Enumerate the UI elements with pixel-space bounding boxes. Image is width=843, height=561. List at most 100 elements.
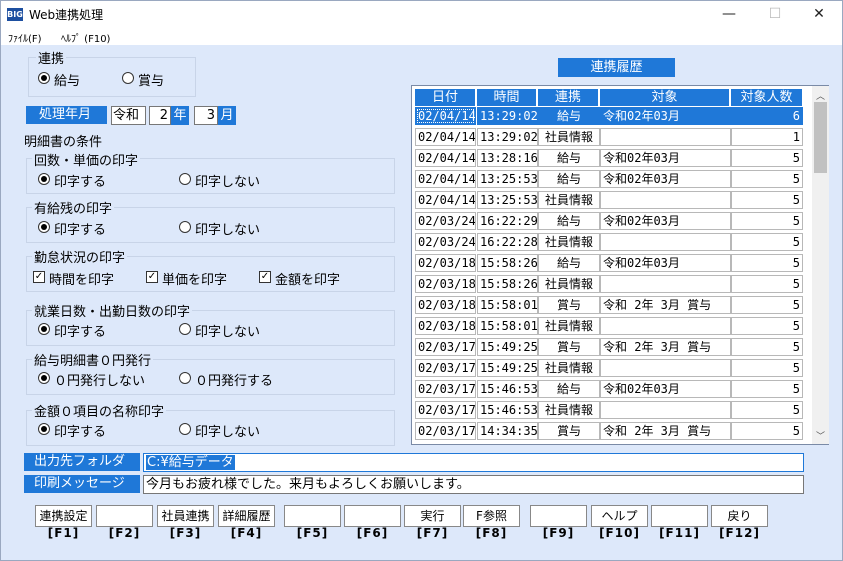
history-cell-date: 02/03/18 (415, 275, 476, 293)
history-cell-count: 5 (731, 254, 803, 272)
f3-button[interactable]: 社員連携 (157, 505, 214, 527)
history-header-time[interactable]: 時間 (477, 89, 536, 106)
f2-key-label: [F2] (108, 526, 141, 540)
title-bar: BIG Web連携処理 — ☐ ✕ (1, 1, 842, 28)
minimize-icon: — (722, 6, 736, 22)
history-cell-time: 15:49:25 (477, 338, 538, 356)
f12-button[interactable]: 戻り (711, 505, 768, 527)
scroll-down-icon[interactable]: ﹀ (816, 429, 825, 442)
attendance-unit-checkbox[interactable]: ✓ (146, 271, 158, 283)
attendance-amount-checkbox[interactable]: ✓ (259, 271, 271, 283)
history-cell-count: 5 (731, 338, 803, 356)
history-cell-date: 02/03/24 (415, 212, 476, 230)
f1-button[interactable]: 連携設定 (35, 505, 92, 527)
history-header-count[interactable]: 対象人数 (731, 89, 802, 106)
history-cell-count: 5 (731, 233, 803, 251)
history-cell-time: 13:29:02 (477, 128, 538, 146)
history-cell-type: 賞与 (538, 338, 600, 356)
history-header-target[interactable]: 対象 (600, 89, 729, 106)
workdays-no-radio[interactable] (179, 323, 191, 335)
history-cell-time: 15:58:01 (477, 296, 538, 314)
maximize-button[interactable]: ☐ (752, 1, 798, 28)
paid-leave-no-label: 印字しない (195, 223, 261, 238)
f4-button[interactable]: 詳細履歴 (218, 505, 275, 527)
zero-item-no-radio[interactable] (179, 423, 191, 435)
app-logo-icon: BIG (7, 8, 23, 21)
close-icon: ✕ (813, 6, 825, 22)
history-cell-time: 15:49:25 (477, 359, 538, 377)
output-folder-input[interactable]: C:¥給与データ (143, 453, 804, 472)
history-cell-time: 16:22:29 (477, 212, 538, 230)
history-cell-count: 5 (731, 170, 803, 188)
history-cell-type: 社員情報 (538, 317, 600, 335)
zero-yen-issue-radio[interactable] (179, 372, 191, 384)
f9-button[interactable] (530, 505, 587, 527)
zero-item-yes-label: 印字する (54, 425, 107, 440)
history-cell-count: 5 (731, 212, 803, 230)
zero-item-no-label: 印字しない (195, 425, 261, 440)
history-cell-count: 5 (731, 275, 803, 293)
history-cell-target: 令和02年03月 (600, 170, 731, 188)
f10-button[interactable]: ヘルプ (591, 505, 648, 527)
period-year-unit: 年 (171, 106, 189, 125)
link-type-bonus-radio[interactable] (122, 72, 134, 84)
minimize-button[interactable]: — (706, 1, 752, 28)
maximize-icon: ☐ (768, 6, 782, 22)
attendance-title: 勤怠状況の印字 (32, 247, 128, 266)
zero-yen-no-issue-radio[interactable] (38, 372, 50, 384)
f8-button[interactable]: F参照 (463, 505, 520, 527)
paid-leave-yes-radio[interactable] (38, 221, 50, 233)
history-cell-type: 社員情報 (538, 401, 600, 419)
f2-button[interactable] (96, 505, 153, 527)
history-cell-type: 給与 (538, 212, 600, 230)
link-type-salary-radio[interactable] (38, 72, 50, 84)
period-month-field[interactable]: 3 (194, 106, 218, 125)
link-type-bonus-label: 賞与 (138, 74, 165, 89)
history-cell-type: 社員情報 (538, 275, 600, 293)
history-cell-type: 給与 (538, 149, 600, 167)
f11-button[interactable] (651, 505, 708, 527)
history-cell-type: 給与 (538, 107, 600, 125)
print-count-yes-radio[interactable] (38, 173, 50, 185)
history-cell-count: 5 (731, 296, 803, 314)
history-cell-time: 13:25:53 (477, 170, 538, 188)
menu-file[interactable]: ﾌｧｲﾙ(F) (8, 30, 42, 45)
scroll-thumb[interactable] (814, 102, 827, 173)
history-cell-date: 02/03/17 (415, 359, 476, 377)
history-scrollbar[interactable]: ︿ ﹀ (812, 86, 829, 444)
history-cell-type: 社員情報 (538, 359, 600, 377)
history-cell-count: 1 (731, 128, 803, 146)
history-cell-date: 02/03/17 (415, 401, 476, 419)
history-cell-date: 02/04/14 (415, 107, 476, 125)
f8-key-label: [F8] (475, 526, 508, 540)
output-folder-value: C:¥給与データ (146, 455, 235, 470)
period-month-unit: 月 (218, 106, 236, 125)
scroll-up-icon[interactable]: ︿ (816, 89, 825, 102)
history-cell-time: 14:34:35 (477, 422, 538, 440)
check-icon: ✓ (34, 271, 44, 282)
paid-leave-no-radio[interactable] (179, 221, 191, 233)
f5-button[interactable] (284, 505, 341, 527)
menu-help[interactable]: ﾍﾙﾌﾟ (F10) (61, 30, 110, 45)
history-cell-time: 16:22:28 (477, 233, 538, 251)
f1-key-label: [F1] (47, 526, 80, 540)
attendance-time-checkbox[interactable]: ✓ (33, 271, 45, 283)
f9-key-label: [F9] (542, 526, 575, 540)
f6-button[interactable] (344, 505, 401, 527)
zero-item-yes-radio[interactable] (38, 423, 50, 435)
history-cell-count: 5 (731, 149, 803, 167)
print-count-no-radio[interactable] (179, 173, 191, 185)
workdays-yes-radio[interactable] (38, 323, 50, 335)
history-cell-date: 02/03/17 (415, 338, 476, 356)
history-cell-time: 15:46:53 (477, 401, 538, 419)
history-cell-target: 令和02年03月 (600, 212, 731, 230)
period-era-field[interactable]: 令和 (111, 106, 146, 125)
period-year-field[interactable]: 2 (149, 106, 171, 125)
history-header-date[interactable]: 日付 (415, 89, 475, 106)
print-message-input[interactable]: 今月もお疲れ様でした。来月もよろしくお願いします。 (143, 475, 804, 494)
history-cell-date: 02/03/17 (415, 380, 476, 398)
f7-button[interactable]: 実行 (404, 505, 461, 527)
history-header-type[interactable]: 連携 (538, 89, 598, 106)
print-count-no-label: 印字しない (195, 175, 261, 190)
close-button[interactable]: ✕ (796, 1, 842, 28)
